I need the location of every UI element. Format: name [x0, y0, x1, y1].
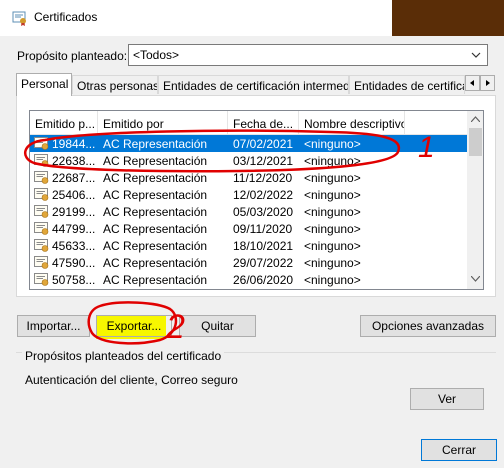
purposes-text: Autenticación del cliente, Correo seguro: [25, 373, 238, 387]
cell-friendly-name: <ninguno>: [304, 256, 361, 270]
certificate-store-tabs: Personal Otras personas Entidades de cer…: [16, 73, 496, 96]
cell-expiry-date: 03/12/2021: [233, 154, 294, 168]
chevron-down-icon: [471, 52, 481, 58]
cell-issued-to: 22687...: [52, 171, 96, 185]
cell-issued-to: 47590...: [52, 256, 96, 270]
table-row[interactable]: 47590... AC Representación 29/07/2022 <ning…: [30, 254, 467, 271]
cell-issued-to: 50758...: [52, 273, 96, 287]
tab-scroll-right[interactable]: [480, 75, 495, 91]
tab-otras-personas[interactable]: Otras personas: [72, 75, 158, 94]
column-header-expiry[interactable]: Fecha de...: [228, 111, 299, 134]
scroll-up-icon[interactable]: [471, 116, 480, 122]
cell-issued-by: AC Representación: [103, 222, 208, 236]
cell-friendly-name: <ninguno>: [304, 273, 361, 287]
certificate-icon: [34, 188, 49, 201]
cell-issued-by: AC Representación: [103, 205, 208, 219]
column-header-issued-to[interactable]: Emitido p...: [30, 111, 98, 134]
purpose-label: Propósito planteado:: [17, 49, 128, 63]
cell-issued-to: 45633...: [52, 239, 96, 253]
cell-issued-to: 22638...: [52, 154, 96, 168]
scrollbar-thumb[interactable]: [469, 128, 482, 156]
cell-issued-by: AC Representación: [103, 273, 208, 287]
title-bar: Certificados: [0, 0, 504, 36]
table-row[interactable]: 22638... AC Representación 03/12/2021 <ning…: [30, 152, 467, 169]
certificate-app-icon: [12, 11, 26, 26]
table-row[interactable]: 45633... AC Representación 18/10/2021 <ning…: [30, 237, 467, 254]
cell-issued-by: AC Representación: [103, 137, 208, 151]
tab-scroll-left[interactable]: [465, 75, 480, 91]
table-row[interactable]: 29199... AC Representación 05/03/2020 <ning…: [30, 203, 467, 220]
cell-expiry-date: 07/02/2021: [233, 137, 294, 151]
tab-personal[interactable]: Personal: [16, 73, 72, 96]
cell-friendly-name: <ninguno>: [304, 205, 361, 219]
cell-issued-by: AC Representación: [103, 171, 208, 185]
cell-issued-by: AC Representación: [103, 239, 208, 253]
cell-issued-by: AC Representación: [103, 188, 208, 202]
table-row[interactable]: 25406... AC Representación 12/02/2022 <ning…: [30, 186, 467, 203]
certificate-icon: [34, 171, 49, 184]
cell-expiry-date: 09/11/2020: [233, 222, 293, 236]
advanced-options-button[interactable]: Opciones avanzadas: [360, 315, 496, 337]
certificate-icon: [34, 222, 49, 235]
close-button[interactable]: Cerrar: [421, 439, 497, 461]
certificate-list[interactable]: Emitido p... Emitido por Fecha de... Nom…: [29, 110, 484, 290]
scroll-down-icon[interactable]: [471, 276, 480, 282]
certificate-icon: [34, 137, 49, 150]
view-button[interactable]: Ver: [410, 388, 484, 410]
cell-issued-to: 19844...: [52, 137, 96, 151]
vertical-scrollbar[interactable]: [467, 111, 483, 289]
cell-friendly-name: <ninguno>: [304, 154, 361, 168]
cell-issued-to: 25406...: [52, 188, 96, 202]
column-header-friendly-name[interactable]: Nombre descriptivo: [299, 111, 405, 134]
background-window: [392, 0, 504, 36]
table-row[interactable]: 19844... AC Representación 07/02/2021 <ning…: [30, 135, 467, 152]
tab-root-cas[interactable]: Entidades de certificac: [349, 75, 465, 94]
table-row[interactable]: 22687... AC Representación 11/12/2020 <ning…: [30, 169, 467, 186]
cell-issued-by: AC Representación: [103, 154, 208, 168]
column-header-issued-by[interactable]: Emitido por: [98, 111, 228, 134]
tab-intermediate-cas[interactable]: Entidades de certificación intermedias: [158, 75, 349, 94]
table-row[interactable]: 44799... AC Representación 09/11/2020 <ning…: [30, 220, 467, 237]
certificate-icon: [34, 239, 49, 252]
certificate-icon: [34, 205, 49, 218]
cell-expiry-date: 29/07/2022: [233, 256, 294, 270]
purpose-select[interactable]: <Todos>: [128, 44, 488, 66]
cell-friendly-name: <ninguno>: [304, 137, 361, 151]
cell-expiry-date: 18/10/2021: [233, 239, 294, 253]
certificate-icon: [34, 256, 49, 269]
cell-expiry-date: 05/03/2020: [233, 205, 294, 219]
list-header: Emitido p... Emitido por Fecha de... Nom…: [30, 111, 467, 135]
export-button[interactable]: Exportar...: [96, 315, 172, 337]
cell-issued-to: 44799...: [52, 222, 96, 236]
cell-issued-to: 29199...: [52, 205, 96, 219]
import-button[interactable]: Importar...: [17, 315, 90, 337]
cell-friendly-name: <ninguno>: [304, 171, 361, 185]
certificate-icon: [34, 273, 49, 286]
purpose-selected-value: <Todos>: [133, 48, 180, 62]
cell-friendly-name: <ninguno>: [304, 222, 361, 236]
table-row[interactable]: 50758... AC Representación 26/06/2020 <ning…: [30, 271, 467, 288]
remove-button[interactable]: Quitar: [179, 315, 256, 337]
cell-issued-by: AC Representación: [103, 256, 208, 270]
certificate-icon: [34, 154, 49, 167]
cell-expiry-date: 26/06/2020: [233, 273, 294, 287]
arrow-right-icon: [486, 80, 490, 86]
purposes-group-title: Propósitos planteados del certificado: [22, 349, 225, 363]
arrow-left-icon: [470, 80, 474, 86]
cell-friendly-name: <ninguno>: [304, 239, 361, 253]
cell-expiry-date: 11/12/2020: [233, 171, 293, 185]
window-title: Certificados: [34, 10, 98, 24]
cell-expiry-date: 12/02/2022: [233, 188, 294, 202]
cell-friendly-name: <ninguno>: [304, 188, 361, 202]
